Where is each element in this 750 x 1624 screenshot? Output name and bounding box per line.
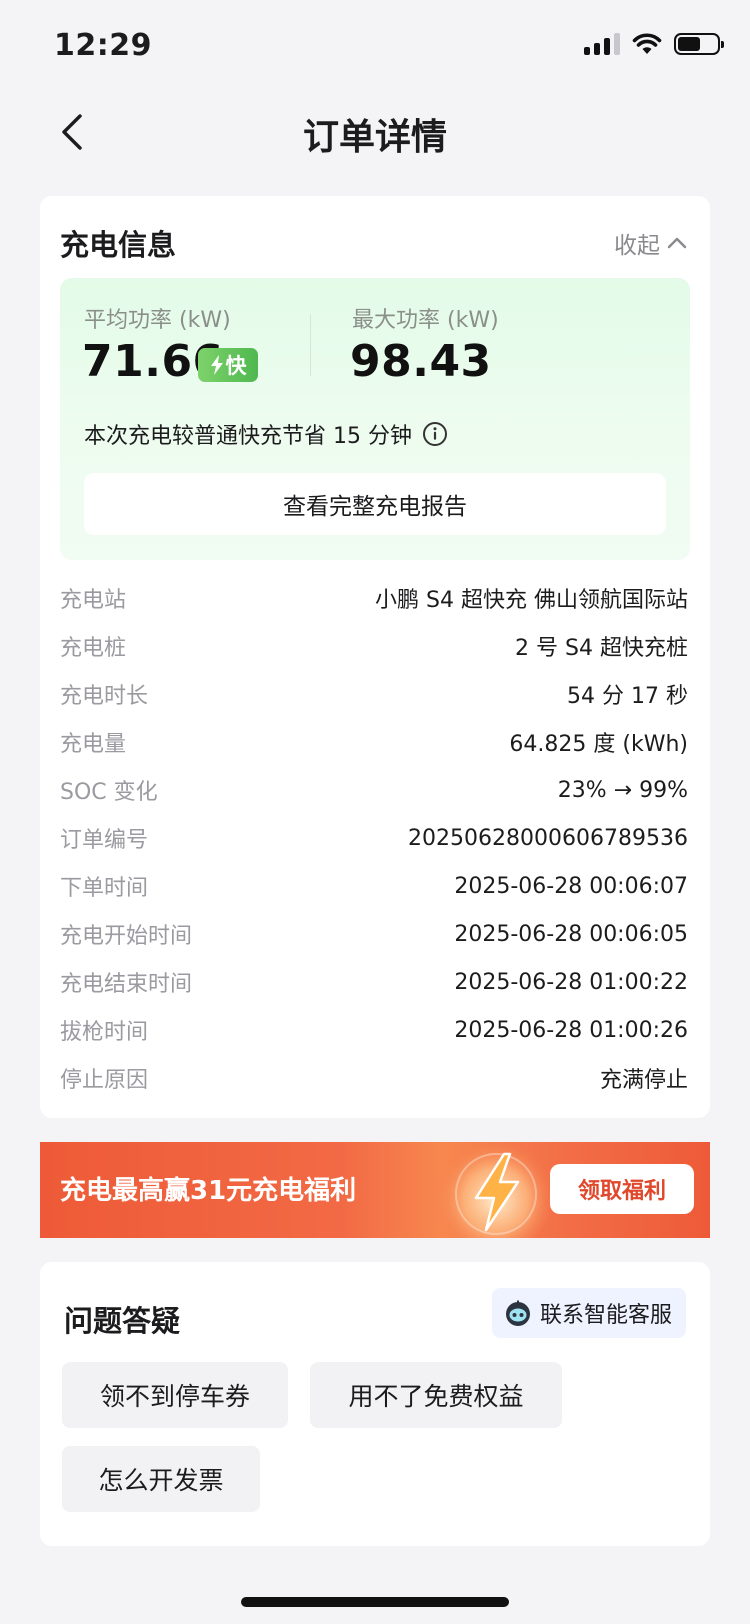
collapse-label: 收起	[614, 233, 660, 259]
detail-label: 订单编号	[60, 828, 149, 853]
detail-value: 小鹏 S4 超快充 佛山领航国际站	[375, 588, 688, 613]
wifi-icon	[632, 33, 662, 54]
detail-value: 充满停止	[599, 1068, 688, 1093]
detail-label: 充电站	[60, 588, 127, 613]
view-report-button[interactable]: 查看完整充电报告	[84, 473, 666, 535]
detail-label: 拔枪时间	[60, 1020, 149, 1045]
robot-icon	[505, 1300, 530, 1326]
charging-detail-list: 充电站 小鹏 S4 超快充 佛山领航国际站 充电桩 2 号 S4 超快充桩 充电…	[60, 574, 688, 1102]
detail-value: 2025-06-28 01:00:22	[454, 969, 688, 995]
detail-value: 2025-06-28 00:06:05	[454, 921, 688, 947]
detail-label: 下单时间	[60, 876, 149, 901]
lightning-icon	[210, 355, 223, 375]
faq-title: 问题答疑	[64, 1304, 181, 1338]
avg-power-label: 平均功率 (kW)	[84, 308, 231, 333]
max-power-label: 最大功率 (kW)	[352, 308, 499, 333]
detail-label: 充电桩	[60, 636, 127, 661]
chevron-up-icon	[667, 237, 687, 249]
faq-card: 问题答疑 联系智能客服 领不到停车券 用不了免费权益 怎么开发票	[40, 1262, 710, 1546]
detail-label: 充电时长	[60, 684, 149, 709]
detail-label: 充电开始时间	[60, 924, 193, 949]
charging-info-card: 充电信息 收起 平均功率 (kW) 71.66 快 最大功率 (kW) 98.4…	[40, 196, 710, 1118]
battery-icon	[674, 33, 724, 55]
info-icon[interactable]	[422, 421, 448, 447]
detail-row: SOC 变化 23% → 99%	[60, 766, 688, 814]
power-summary-box: 平均功率 (kW) 71.66 快 最大功率 (kW) 98.43 本次充电较普…	[60, 278, 690, 560]
detail-value: 23% → 99%	[557, 777, 688, 803]
detail-label: SOC 变化	[60, 780, 158, 805]
promo-banner[interactable]: 充电最高赢31元充电福利 领取福利	[40, 1142, 710, 1238]
detail-row: 拔枪时间 2025-06-28 01:00:26	[60, 1006, 688, 1054]
promo-text: 充电最高赢31元充电福利	[60, 1176, 357, 1206]
detail-value: 2025-06-28 00:06:07	[454, 873, 688, 899]
contact-support-button[interactable]: 联系智能客服	[491, 1288, 686, 1338]
savings-note-text: 本次充电较普通快充节省 15 分钟	[84, 424, 412, 449]
detail-value: 2 号 S4 超快充桩	[515, 636, 688, 661]
status-icons	[584, 32, 724, 56]
detail-label: 充电结束时间	[60, 972, 193, 997]
charging-info-title: 充电信息	[60, 228, 177, 262]
page-title: 订单详情	[302, 117, 447, 158]
detail-row: 订单编号 20250628000606789536	[60, 814, 688, 862]
power-divider	[310, 314, 311, 376]
charging-info-header: 充电信息 收起	[60, 222, 690, 266]
nav-header: 订单详情	[0, 96, 750, 168]
detail-row: 充电结束时间 2025-06-28 01:00:22	[60, 958, 688, 1006]
detail-value: 54 分 17 秒	[567, 684, 688, 709]
savings-note: 本次充电较普通快充节省 15 分钟	[84, 418, 448, 450]
detail-row: 充电时长 54 分 17 秒	[60, 670, 688, 718]
support-label: 联系智能客服	[539, 1303, 672, 1328]
signal-icon	[584, 33, 620, 55]
detail-label: 停止原因	[60, 1068, 149, 1093]
detail-label: 充电量	[60, 732, 127, 757]
detail-row: 下单时间 2025-06-28 00:06:07	[60, 862, 688, 910]
collapse-button[interactable]: 收起	[614, 226, 688, 260]
detail-row: 充电桩 2 号 S4 超快充桩	[60, 622, 688, 670]
detail-value: 64.825 度 (kWh)	[509, 732, 688, 757]
faq-chip-benefits[interactable]: 用不了免费权益	[310, 1362, 562, 1428]
detail-row: 充电量 64.825 度 (kWh)	[60, 718, 688, 766]
claim-benefit-button[interactable]: 领取福利	[550, 1164, 694, 1214]
detail-value: 2025-06-28 01:00:26	[454, 1017, 688, 1043]
detail-value: 20250628000606789536	[408, 825, 688, 851]
faq-chip-invoice[interactable]: 怎么开发票	[62, 1446, 260, 1512]
status-bar: 12:29	[0, 0, 750, 90]
detail-row: 充电开始时间 2025-06-28 00:06:05	[60, 910, 688, 958]
detail-row: 充电站 小鹏 S4 超快充 佛山领航国际站	[60, 574, 688, 622]
fast-charge-badge: 快	[198, 348, 258, 382]
fast-badge-label: 快	[225, 354, 247, 378]
home-indicator[interactable]	[241, 1597, 509, 1607]
max-power-value: 98.43	[350, 336, 492, 387]
status-time: 12:29	[54, 28, 152, 63]
detail-row: 停止原因 充满停止	[60, 1054, 688, 1102]
faq-chip-parking[interactable]: 领不到停车券	[62, 1362, 288, 1428]
